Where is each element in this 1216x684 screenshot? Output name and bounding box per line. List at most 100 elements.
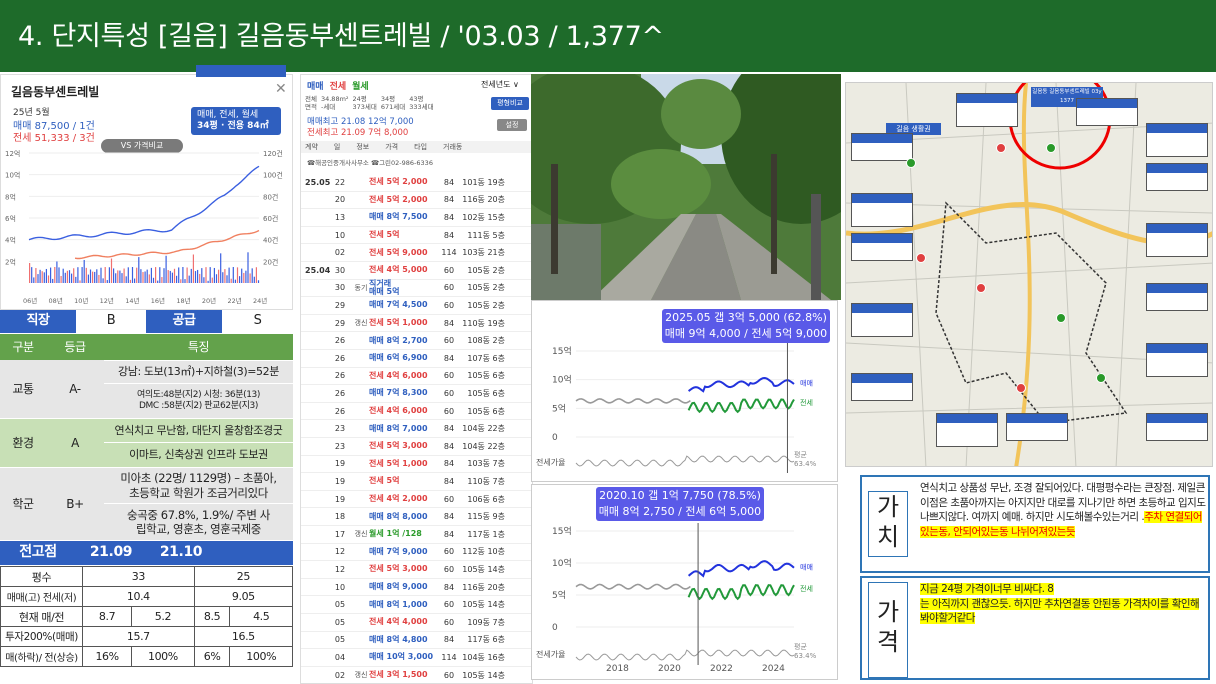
- table-row: 투자200%(매매) 15.7 16.5: [0, 626, 294, 647]
- table-row[interactable]: 26 매매 7억 8,300 60 105동 6층: [301, 385, 532, 403]
- table-row[interactable]: 26 매매 8억 2,700 60 108동 2층: [301, 332, 532, 350]
- row-cell: 30: [334, 265, 346, 275]
- row-cell: 105동 14층: [462, 670, 505, 680]
- table-row[interactable]: 23 전세 5억 3,000 84 104동 22층: [301, 438, 532, 456]
- close-icon[interactable]: ✕: [275, 81, 287, 97]
- table-row[interactable]: 02 갱신 전세 3억 1,500 60 105동 14층: [301, 667, 532, 683]
- table-row[interactable]: 10 전세 5억 84 111동 5층: [301, 227, 532, 245]
- map-price-box[interactable]: [1076, 98, 1138, 126]
- table-row[interactable]: 05 전세 4억 4,000 60 109동 7층: [301, 614, 532, 632]
- table-row[interactable]: 26 전세 4억 6,000 60 105동 6층: [301, 368, 532, 386]
- table-row[interactable]: 04 매매 10억 3,000 114 104동 16층: [301, 649, 532, 667]
- map-marker-icon[interactable]: [1046, 143, 1056, 153]
- map-price-box[interactable]: [851, 303, 913, 337]
- map-price-box[interactable]: [1146, 283, 1208, 311]
- row-cell: 22: [334, 177, 346, 187]
- map-marker-icon[interactable]: [1016, 383, 1026, 393]
- map-marker-icon[interactable]: [906, 158, 916, 168]
- row-cell: 매매 8억 2,700: [369, 335, 428, 345]
- table-row[interactable]: 17 갱신 월세 1억 /128 84 117동 1층: [301, 526, 532, 544]
- row-cell: 05: [334, 617, 346, 627]
- map-marker-icon[interactable]: [976, 283, 986, 293]
- row-cell: 103동 7층: [467, 459, 505, 469]
- table-row[interactable]: 05 매매 8억 4,800 84 117동 6층: [301, 632, 532, 650]
- y-tick: 5억: [552, 402, 566, 414]
- map-marker-icon[interactable]: [916, 253, 926, 263]
- map-marker-icon[interactable]: [1096, 373, 1106, 383]
- table-row[interactable]: 20 전세 5억 2,000 84 116동 20층: [301, 192, 532, 210]
- table-row[interactable]: 13 매매 8억 7,500 84 102동 15층: [301, 209, 532, 227]
- row-cell: 109동 7층: [467, 617, 505, 627]
- volume-bar: [178, 267, 180, 283]
- row-cell: 13: [334, 212, 346, 222]
- map-price-box[interactable]: [1146, 123, 1208, 157]
- avg-value: 63.4%: [794, 652, 817, 660]
- table-row[interactable]: 26 전세 4억 6,000 60 105동 6층: [301, 403, 532, 421]
- tab-jeonse[interactable]: 전세: [330, 79, 347, 92]
- map-box-header: [1147, 344, 1207, 353]
- table-row[interactable]: 25.04 30 전세 4억 5,000 60 105동 2층: [301, 262, 532, 280]
- map-price-box[interactable]: [956, 93, 1018, 127]
- volume-bar: [138, 257, 140, 283]
- map-price-box[interactable]: [851, 193, 913, 227]
- area-tab[interactable]: 24평 373세대: [353, 95, 377, 111]
- table-row[interactable]: 29 매매 7억 4,500 60 105동 2층: [301, 297, 532, 315]
- table-row[interactable]: 30 동기 직거래 매매 5억 60 105동 2층: [301, 279, 532, 298]
- filter-dropdown[interactable]: 매매, 전세, 월세 34평 · 전용 84㎡: [191, 107, 281, 135]
- settings-button[interactable]: 설정: [497, 119, 527, 131]
- map-marker-icon[interactable]: [1056, 313, 1066, 323]
- map-price-box[interactable]: [936, 413, 998, 447]
- volume-bar: [155, 267, 157, 283]
- map-price-box[interactable]: [1146, 163, 1208, 191]
- pre-series-line: [575, 398, 691, 404]
- map-price-box[interactable]: [1146, 223, 1208, 257]
- row-cell: 84: [443, 476, 455, 486]
- map-price-box[interactable]: [851, 233, 913, 261]
- table-row[interactable]: 19 전세 5억 84 110동 7층: [301, 473, 532, 491]
- tab-sale[interactable]: 매매: [307, 79, 324, 92]
- map-price-box[interactable]: [851, 133, 913, 161]
- area-tab[interactable]: 34.88m² -세대: [321, 95, 349, 111]
- x-tick: 2022: [710, 664, 733, 674]
- table-row[interactable]: 10 매매 8억 9,000 84 116동 20층: [301, 579, 532, 597]
- table-row[interactable]: 26 매매 6억 6,900 84 107동 6층: [301, 350, 532, 368]
- volume-bar: [173, 268, 176, 283]
- district-map[interactable]: 길음 생활권 길음동 길음동부센트레빌 03y 1377: [845, 82, 1213, 467]
- row-cell: 26: [334, 406, 346, 416]
- row-cell: 115동 9층: [467, 512, 505, 522]
- area-tab[interactable]: 전체 면적: [305, 95, 317, 111]
- volume-bar: [43, 272, 45, 283]
- gap-chart-2025: 2025.05 갭 3억 5,000 (62.8%) 매매 9억 4,000 /…: [531, 300, 838, 482]
- table-row[interactable]: 19 전세 4억 2,000 60 106동 6층: [301, 491, 532, 509]
- traffic-grade: A-: [46, 360, 104, 418]
- table-row[interactable]: 05 매매 8억 1,000 60 105동 14층: [301, 596, 532, 614]
- map-price-box[interactable]: [1146, 343, 1208, 377]
- table-cell: 9.05: [193, 586, 294, 607]
- area-tab[interactable]: 34평 671세대: [381, 95, 405, 111]
- area-compare-button[interactable]: 평형비교: [491, 97, 529, 110]
- map-price-box[interactable]: [1006, 413, 1068, 441]
- table-row[interactable]: 12 매매 7억 9,000 60 112동 10층: [301, 544, 532, 562]
- volume-bar: [255, 267, 257, 283]
- table-row[interactable]: 23 매매 8억 7,000 84 104동 22층: [301, 420, 532, 438]
- map-price-box[interactable]: [1146, 413, 1208, 441]
- volume-bar: [71, 273, 73, 283]
- map-marker-icon[interactable]: [996, 143, 1006, 153]
- tab-wolse[interactable]: 월세: [352, 79, 369, 92]
- volume-bar: [35, 268, 37, 283]
- table-row[interactable]: 25.05 22 전세 5억 2,000 84 101동 19층: [301, 174, 532, 192]
- header-category: 구분: [0, 334, 46, 360]
- table-row[interactable]: 29 갱신 전세 5억 1,000 84 110동 19층: [301, 315, 532, 333]
- area-tab[interactable]: 43평 333세대: [409, 95, 433, 111]
- volume-bar: [77, 267, 79, 283]
- table-row[interactable]: 19 전세 5억 1,000 84 103동 7층: [301, 456, 532, 474]
- map-price-box[interactable]: [851, 373, 913, 401]
- year-select[interactable]: 전세년도 ∨: [481, 79, 519, 90]
- table-row[interactable]: 12 전세 5억 3,000 60 105동 14층: [301, 561, 532, 579]
- row-cell: 23: [334, 424, 346, 434]
- table-row[interactable]: 02 전세 5억 9,000 114 103동 21층: [301, 244, 532, 262]
- row-cell: 60: [443, 283, 455, 293]
- table-row[interactable]: 18 매매 8억 8,000 84 115동 9층: [301, 508, 532, 526]
- volume-bar: [73, 268, 75, 283]
- table-cell: 16.5: [193, 626, 294, 647]
